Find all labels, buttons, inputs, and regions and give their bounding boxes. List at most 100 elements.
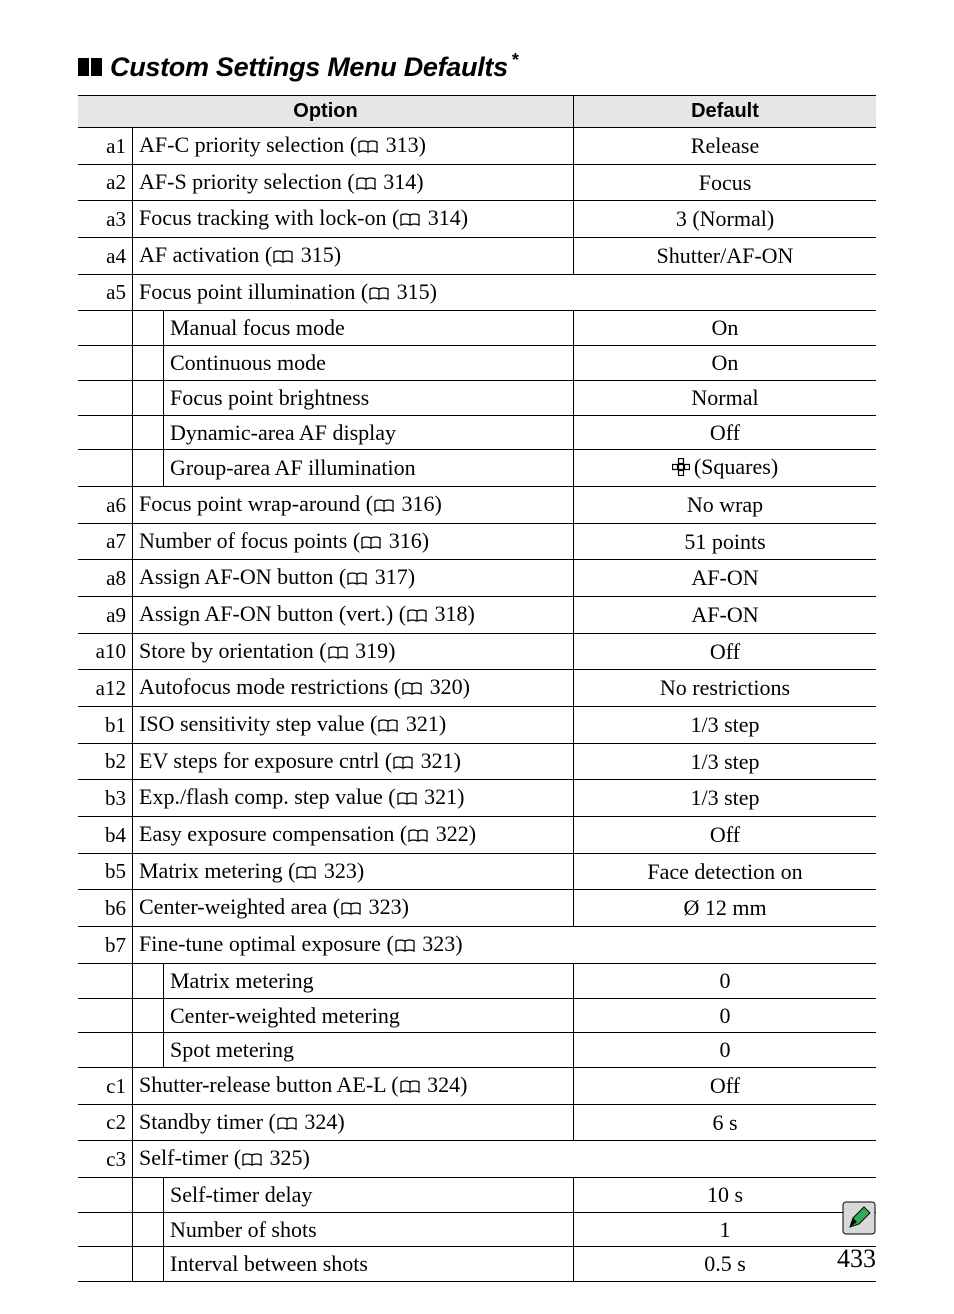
sub-spacer	[133, 1247, 164, 1282]
default-value: 6 s	[574, 1104, 877, 1141]
page-ref-icon	[296, 858, 316, 888]
sub-spacer	[133, 1033, 164, 1068]
sub-spacer	[78, 963, 133, 998]
page-ref: 314	[428, 205, 461, 230]
option-cell: Self-timer ( 325)	[133, 1141, 877, 1178]
sub-spacer	[78, 998, 133, 1033]
option-label: Focus tracking with lock-on	[139, 205, 386, 230]
option-label: Focus point wrap-around	[139, 491, 360, 516]
page-ref-icon	[341, 894, 361, 924]
default-value: 0.5 s	[574, 1247, 877, 1282]
default-value: No restrictions	[574, 670, 877, 707]
page-ref-icon	[402, 674, 422, 704]
sub-spacer	[78, 1247, 133, 1282]
default-value: (Squares)	[574, 450, 877, 487]
page-ref: 323	[422, 931, 455, 956]
table-row: b7Fine-tune optimal exposure ( 323)	[78, 927, 876, 964]
option-code: b6	[78, 890, 133, 927]
section-title: Custom Settings Menu Defaults*	[110, 50, 519, 83]
page-ref-icon	[358, 132, 378, 162]
option-label: EV steps for exposure cntrl	[139, 748, 379, 773]
table-subrow: Dynamic-area AF displayOff	[78, 415, 876, 450]
table-row: b4Easy exposure compensation ( 322)Off	[78, 817, 876, 854]
option-label: AF-C priority selection	[139, 132, 344, 157]
sub-option-label: Number of shots	[164, 1212, 574, 1247]
option-code: a12	[78, 670, 133, 707]
sub-option-label: Spot metering	[164, 1033, 574, 1068]
page-ref-icon	[347, 564, 367, 594]
table-subrow: Continuous modeOn	[78, 346, 876, 381]
sub-spacer	[133, 963, 164, 998]
table-row: a1AF-C priority selection ( 313)Release	[78, 128, 876, 165]
table-subrow: Focus point brightnessNormal	[78, 380, 876, 415]
option-label: Number of focus points	[139, 528, 347, 553]
table-row: a12Autofocus mode restrictions ( 320)No …	[78, 670, 876, 707]
sub-spacer	[133, 1212, 164, 1247]
default-value: Release	[574, 128, 877, 165]
page-ref: 318	[435, 601, 468, 626]
option-cell: Exp./flash comp. step value ( 321)	[133, 780, 574, 817]
option-cell: Focus tracking with lock-on ( 314)	[133, 201, 574, 238]
option-code: c3	[78, 1141, 133, 1178]
sub-spacer	[78, 1033, 133, 1068]
option-label: Standby timer	[139, 1109, 263, 1134]
sub-option-label: Self-timer delay	[164, 1177, 574, 1212]
default-value: Face detection on	[574, 853, 877, 890]
default-value: AF-ON	[574, 596, 877, 633]
option-code: a9	[78, 596, 133, 633]
option-code: c1	[78, 1067, 133, 1104]
option-cell: Focus point wrap-around ( 316)	[133, 486, 574, 523]
sub-spacer	[133, 415, 164, 450]
option-label: AF activation	[139, 242, 259, 267]
table-subrow: Number of shots1	[78, 1212, 876, 1247]
option-label: Focus point illumination	[139, 279, 355, 304]
default-value: 1/3 step	[574, 707, 877, 744]
page-ref-icon	[356, 169, 376, 199]
page-ref: 314	[383, 169, 416, 194]
table-subrow: Interval between shots0.5 s	[78, 1247, 876, 1282]
default-value: 1	[574, 1212, 877, 1247]
default-value: 0	[574, 963, 877, 998]
sub-spacer	[78, 311, 133, 346]
page-ref: 323	[324, 858, 357, 883]
sub-spacer	[78, 415, 133, 450]
sub-spacer	[133, 998, 164, 1033]
table-subrow: Manual focus modeOn	[78, 311, 876, 346]
option-code: a4	[78, 238, 133, 275]
table-row: a10Store by orientation ( 319)Off	[78, 633, 876, 670]
option-label: ISO sensitivity step value	[139, 711, 364, 736]
table-row: a3Focus tracking with lock-on ( 314)3 (N…	[78, 201, 876, 238]
page-ref: 321	[421, 748, 454, 773]
page-ref: 321	[424, 784, 457, 809]
option-code: b3	[78, 780, 133, 817]
page-number: 433	[837, 1244, 876, 1273]
sub-spacer	[133, 380, 164, 415]
sub-option-label: Group-area AF illumination	[164, 450, 574, 487]
table-subrow: Group-area AF illumination(Squares)	[78, 450, 876, 487]
option-label: Exp./flash comp. step value	[139, 784, 383, 809]
table-subrow: Spot metering0	[78, 1033, 876, 1068]
default-value: 10 s	[574, 1177, 877, 1212]
default-value: 1/3 step	[574, 743, 877, 780]
sub-spacer	[78, 1177, 133, 1212]
table-row: a9Assign AF-ON button (vert.) ( 318)AF-O…	[78, 596, 876, 633]
default-value: No wrap	[574, 486, 877, 523]
option-code: a5	[78, 274, 133, 311]
sub-spacer	[78, 346, 133, 381]
option-cell: Assign AF-ON button (vert.) ( 318)	[133, 596, 574, 633]
table-row: b2EV steps for exposure cntrl ( 321)1/3 …	[78, 743, 876, 780]
option-cell: EV steps for exposure cntrl ( 321)	[133, 743, 574, 780]
sub-spacer	[133, 346, 164, 381]
default-value: On	[574, 346, 877, 381]
page-ref: 315	[301, 242, 334, 267]
footer-pencil-icon	[837, 1201, 876, 1240]
option-code: a1	[78, 128, 133, 165]
option-cell: Standby timer ( 324)	[133, 1104, 574, 1141]
default-value: Off	[574, 633, 877, 670]
sub-option-label: Matrix metering	[164, 963, 574, 998]
option-cell: Assign AF-ON button ( 317)	[133, 560, 574, 597]
option-code: b7	[78, 927, 133, 964]
default-value: On	[574, 311, 877, 346]
sub-spacer	[78, 1212, 133, 1247]
page-ref-icon	[242, 1145, 262, 1175]
